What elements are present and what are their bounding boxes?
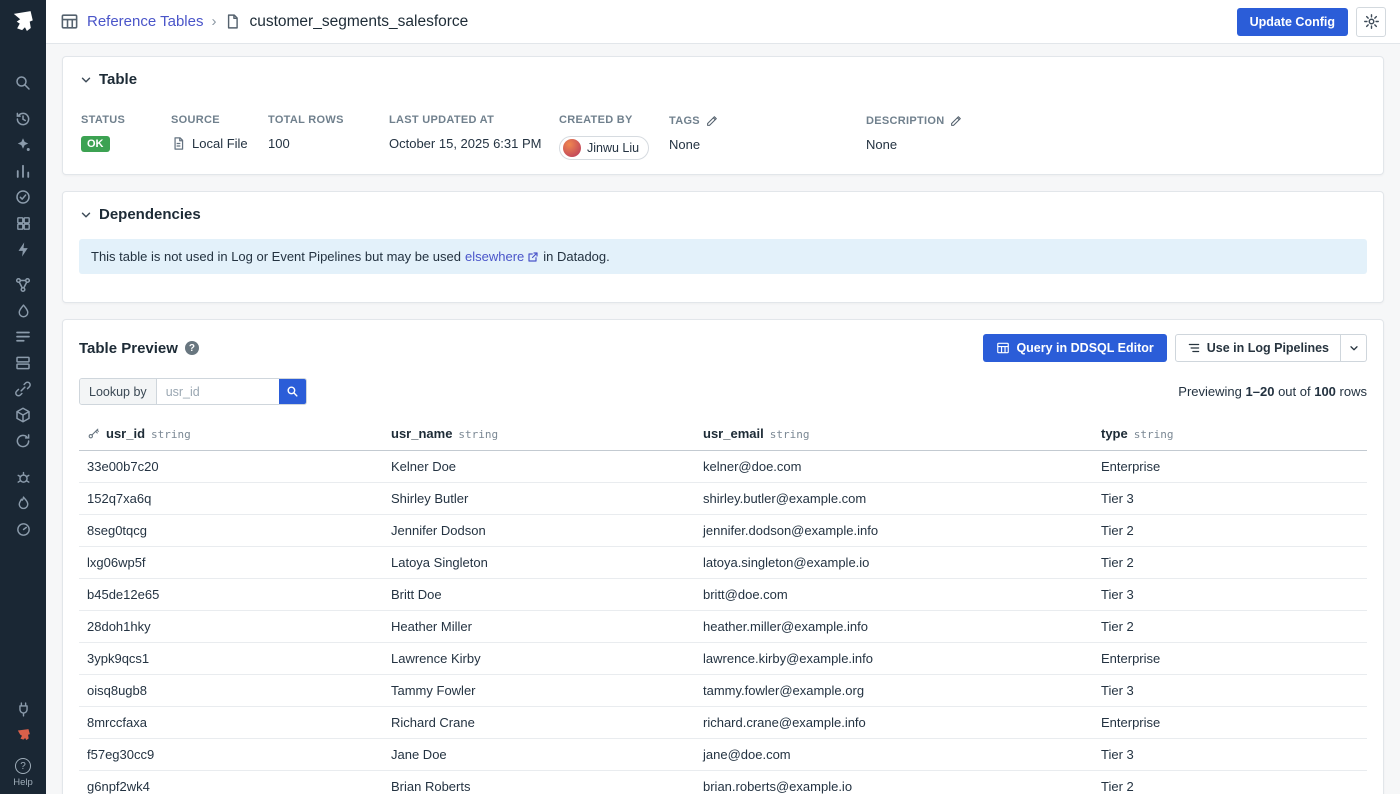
reference-tables-icon (60, 12, 79, 31)
dependencies-card: Dependencies This table is not used in L… (62, 191, 1384, 303)
page-title: customer_segments_salesforce (249, 13, 468, 31)
column-header-usr-name[interactable]: usr_namestring (383, 417, 695, 451)
table-row[interactable]: 152q7xa6qShirley Butlershirley.butler@ex… (79, 483, 1367, 515)
pipelines-icon (1187, 341, 1201, 355)
logs-icon[interactable] (0, 324, 46, 350)
service-map-icon[interactable] (0, 272, 46, 298)
ddsql-table-icon (996, 341, 1010, 355)
infrastructure-icon[interactable] (0, 350, 46, 376)
external-link-icon (527, 251, 539, 263)
total-rows-value: 100 (268, 136, 389, 151)
table-row[interactable]: f57eg30cc9Jane Doejane@doe.comTier 3 (79, 739, 1367, 771)
table-row[interactable]: 3ypk9qcs1Lawrence Kirbylawrence.kirby@ex… (79, 643, 1367, 675)
lookup-control: Lookup by (79, 378, 307, 405)
search-icon[interactable] (0, 70, 46, 96)
total-rows-field: TOTAL ROWS 100 (268, 114, 389, 160)
sidebar-bottom: ? Help (0, 696, 46, 794)
table-header-row: usr_idstring usr_namestring usr_emailstr… (79, 417, 1367, 451)
status-badge: OK (81, 136, 110, 152)
help-person-icon: ? (15, 758, 31, 774)
edit-tags-pencil-icon[interactable] (706, 114, 719, 127)
tags-field: TAGS None (669, 114, 866, 160)
app-sidebar: ? Help (0, 0, 46, 794)
column-header-usr-email[interactable]: usr_emailstring (695, 417, 1093, 451)
table-doc-icon (224, 13, 241, 30)
gear-icon (1363, 13, 1380, 30)
dependencies-text-after: in Datadog. (543, 249, 610, 264)
table-row[interactable]: g6npf2wk4Brian Robertsbrian.roberts@exam… (79, 771, 1367, 794)
top-header: Reference Tables › customer_segments_sal… (46, 0, 1400, 44)
elsewhere-link[interactable]: elsewhere (465, 249, 539, 264)
search-icon (286, 385, 299, 398)
created-by-name: Jinwu Liu (587, 141, 639, 155)
metrics-icon[interactable] (0, 158, 46, 184)
query-ddsql-button[interactable]: Query in DDSQL Editor (983, 334, 1166, 362)
bits-icon[interactable] (0, 722, 46, 748)
lookup-search-button[interactable] (279, 379, 306, 404)
dependencies-text: This table is not used in Log or Event P… (91, 249, 461, 264)
use-in-log-pipelines-button[interactable]: Use in Log Pipelines (1175, 334, 1341, 362)
breadcrumb-separator: › (211, 13, 216, 30)
watchdog-icon[interactable] (0, 132, 46, 158)
table-preview-card: Table Preview ? Query in DDSQL Editor Us… (62, 319, 1384, 794)
profiling-icon[interactable] (0, 490, 46, 516)
monitors-icon[interactable] (0, 184, 46, 210)
help-label: Help (13, 777, 33, 788)
last-updated-field: LAST UPDATED AT October 15, 2025 6:31 PM (389, 114, 559, 160)
last-updated-value: October 15, 2025 6:31 PM (389, 136, 559, 151)
bug-icon[interactable] (0, 464, 46, 490)
package-icon[interactable] (0, 402, 46, 428)
update-config-button[interactable]: Update Config (1237, 8, 1348, 36)
table-row[interactable]: lxg06wp5fLatoya Singletonlatoya.singleto… (79, 547, 1367, 579)
created-by-field: CREATED BY Jinwu Liu (559, 114, 669, 160)
table-summary-card: Table STATUS OK SOURCE Local File TOTAL … (62, 56, 1384, 175)
chevron-down-icon (1348, 342, 1360, 354)
gauge-icon[interactable] (0, 516, 46, 542)
source-value: Local File (192, 136, 248, 151)
description-field: DESCRIPTION None (866, 114, 1367, 160)
table-preview-title: Table Preview (79, 340, 178, 357)
table-row[interactable]: 33e00b7c20Kelner Doekelner@doe.comEnterp… (79, 451, 1367, 483)
pipelines-dropdown-button[interactable] (1341, 334, 1367, 362)
table-section-title: Table (99, 71, 137, 88)
breadcrumb-reference-tables[interactable]: Reference Tables (87, 13, 203, 30)
table-row[interactable]: oisq8ugb8Tammy Fowlertammy.fowler@exampl… (79, 675, 1367, 707)
settings-gear-button[interactable] (1356, 7, 1386, 37)
dashboards-icon[interactable] (0, 210, 46, 236)
apm-icon[interactable] (0, 236, 46, 262)
dependencies-info-banner: This table is not used in Log or Event P… (79, 239, 1367, 274)
avatar (563, 139, 581, 157)
column-header-usr-id[interactable]: usr_idstring (79, 417, 383, 451)
collapse-table-chevron-icon[interactable] (79, 73, 93, 87)
edit-description-pencil-icon[interactable] (950, 114, 963, 127)
datadog-logo[interactable] (0, 2, 46, 42)
table-row[interactable]: 8seg0tqcgJennifer Dodsonjennifer.dodson@… (79, 515, 1367, 547)
previewing-rows-status: Previewing 1–20 out of 100 rows (1178, 384, 1367, 399)
help-button[interactable]: ? Help (13, 758, 33, 788)
preview-table: usr_idstring usr_namestring usr_emailstr… (79, 417, 1367, 794)
help-tooltip-icon[interactable]: ? (185, 341, 199, 355)
status-field: STATUS OK (81, 114, 171, 160)
primary-key-icon (87, 427, 100, 440)
table-row[interactable]: 28doh1hkyHeather Millerheather.miller@ex… (79, 611, 1367, 643)
column-header-type[interactable]: typestring (1093, 417, 1367, 451)
table-row[interactable]: 8mrccfaxaRichard Cranerichard.crane@exam… (79, 707, 1367, 739)
file-icon (171, 136, 186, 151)
integrations-icon[interactable] (0, 376, 46, 402)
history-icon[interactable] (0, 106, 46, 132)
description-value: None (866, 137, 1367, 152)
tags-value: None (669, 137, 866, 152)
source-field: SOURCE Local File (171, 114, 268, 160)
lookup-by-label: Lookup by (80, 379, 157, 404)
plugin-icon[interactable] (0, 696, 46, 722)
collapse-dependencies-chevron-icon[interactable] (79, 208, 93, 222)
table-row[interactable]: b45de12e65Britt Doebritt@doe.comTier 3 (79, 579, 1367, 611)
lookup-input[interactable] (157, 379, 279, 404)
created-by-user-pill[interactable]: Jinwu Liu (559, 136, 649, 160)
dependencies-section-title: Dependencies (99, 206, 201, 223)
synthetics-icon[interactable] (0, 428, 46, 454)
security-icon[interactable] (0, 298, 46, 324)
main-content: Table STATUS OK SOURCE Local File TOTAL … (46, 44, 1400, 794)
